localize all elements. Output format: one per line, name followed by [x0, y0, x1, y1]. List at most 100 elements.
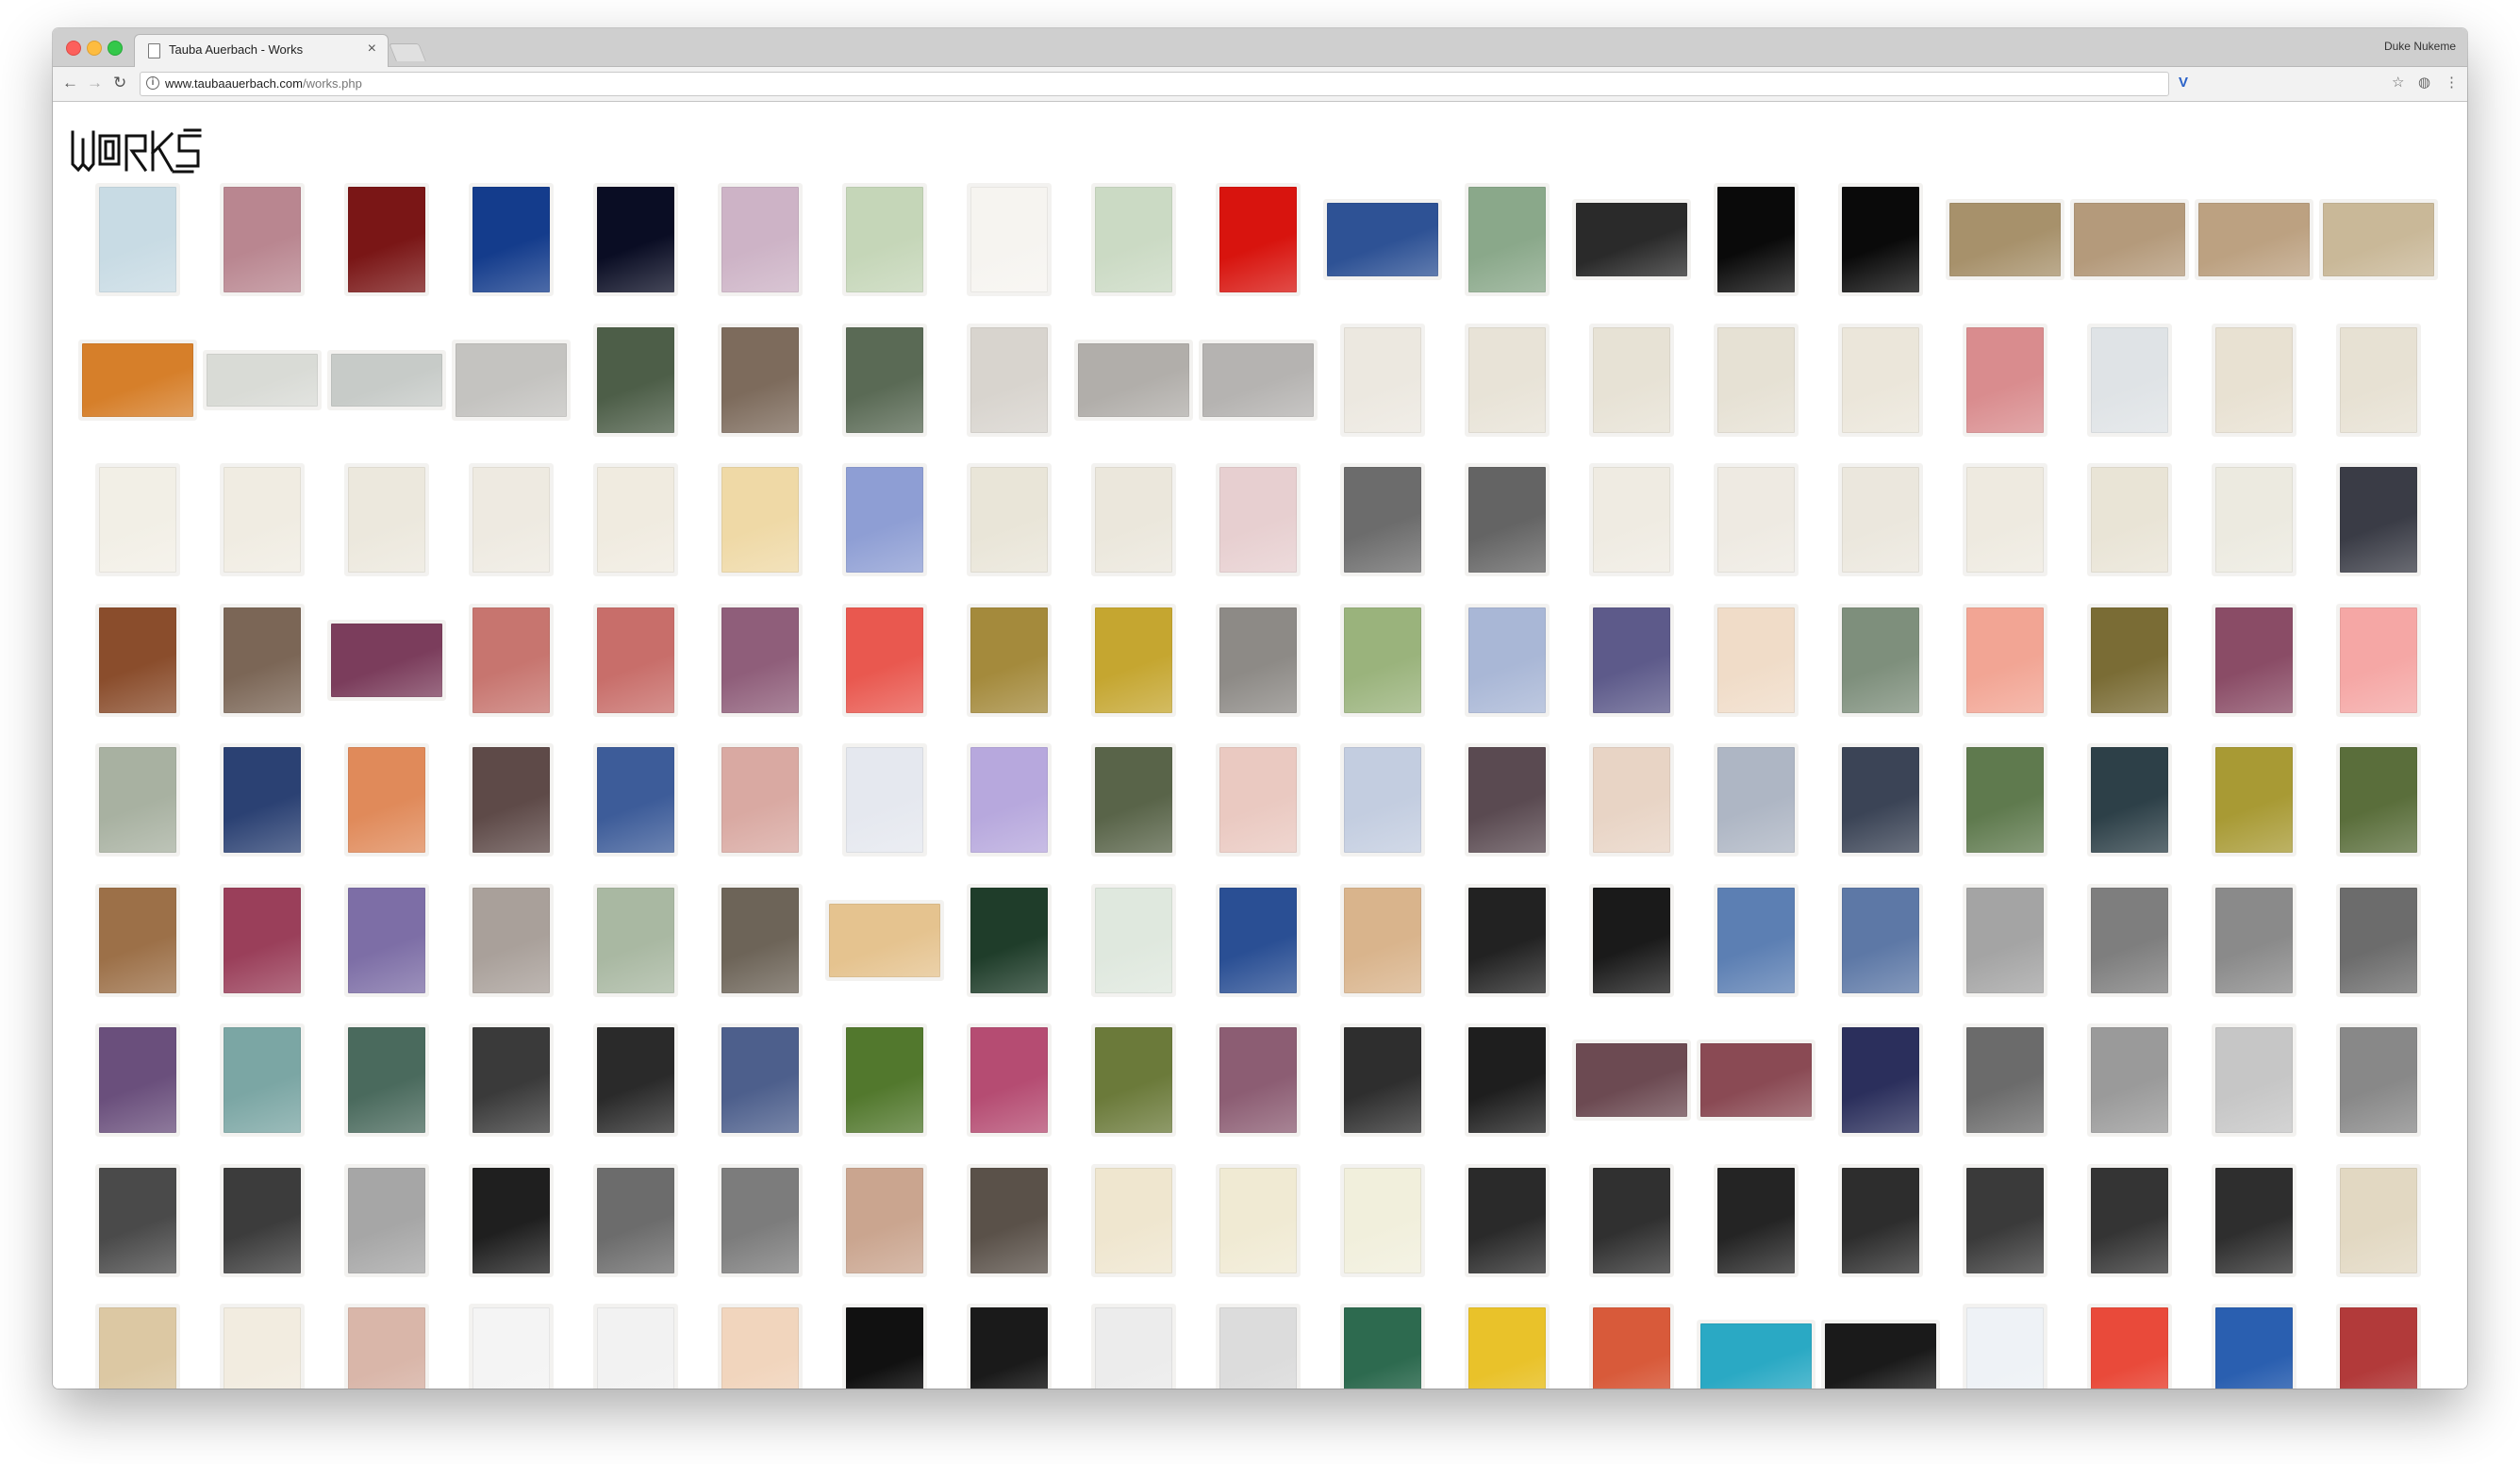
- work-thumbnail[interactable]: [1825, 1323, 1936, 1389]
- work-thumbnail[interactable]: [1095, 1167, 1172, 1273]
- work-thumbnail[interactable]: [2215, 747, 2293, 853]
- work-thumbnail[interactable]: [1219, 467, 1297, 573]
- work-thumbnail[interactable]: [348, 1307, 425, 1389]
- work-thumbnail[interactable]: [2091, 326, 2168, 433]
- work-thumbnail[interactable]: [846, 187, 923, 292]
- work-thumbnail[interactable]: [224, 887, 301, 993]
- work-thumbnail[interactable]: [970, 607, 1048, 713]
- minimize-window-button[interactable]: [87, 41, 102, 56]
- work-thumbnail[interactable]: [1095, 887, 1172, 993]
- work-thumbnail[interactable]: [1468, 607, 1546, 713]
- work-thumbnail[interactable]: [597, 467, 674, 573]
- work-thumbnail[interactable]: [1219, 887, 1297, 993]
- work-thumbnail[interactable]: [1966, 326, 2044, 433]
- work-thumbnail[interactable]: [1842, 607, 1919, 713]
- work-thumbnail[interactable]: [1700, 1043, 1812, 1117]
- work-thumbnail[interactable]: [2091, 887, 2168, 993]
- work-thumbnail[interactable]: [1344, 1307, 1421, 1389]
- work-thumbnail[interactable]: [2091, 1307, 2168, 1389]
- work-thumbnail[interactable]: [846, 1167, 923, 1273]
- new-tab-button[interactable]: [389, 43, 426, 61]
- work-thumbnail[interactable]: [1842, 467, 1919, 573]
- work-thumbnail[interactable]: [1344, 747, 1421, 853]
- work-thumbnail[interactable]: [2091, 467, 2168, 573]
- work-thumbnail[interactable]: [846, 467, 923, 573]
- work-thumbnail[interactable]: [331, 353, 442, 407]
- work-thumbnail[interactable]: [1344, 1027, 1421, 1133]
- work-thumbnail[interactable]: [1095, 607, 1172, 713]
- work-thumbnail[interactable]: [99, 887, 176, 993]
- work-thumbnail[interactable]: [2323, 203, 2434, 276]
- work-thumbnail[interactable]: [597, 1307, 674, 1389]
- work-thumbnail[interactable]: [829, 903, 940, 977]
- work-thumbnail[interactable]: [1344, 1167, 1421, 1273]
- work-thumbnail[interactable]: [597, 326, 674, 433]
- work-thumbnail[interactable]: [1966, 1307, 2044, 1389]
- work-thumbnail[interactable]: [224, 467, 301, 573]
- work-thumbnail[interactable]: [2091, 1167, 2168, 1273]
- work-thumbnail[interactable]: [1842, 747, 1919, 853]
- work-thumbnail[interactable]: [1095, 747, 1172, 853]
- menu-icon[interactable]: ⋮: [2445, 75, 2459, 92]
- work-thumbnail[interactable]: [472, 187, 550, 292]
- work-thumbnail[interactable]: [1717, 467, 1795, 573]
- work-thumbnail[interactable]: [846, 1027, 923, 1133]
- work-thumbnail[interactable]: [1593, 1167, 1670, 1273]
- reload-icon[interactable]: ↻: [113, 74, 126, 92]
- work-thumbnail[interactable]: [1344, 326, 1421, 433]
- work-thumbnail[interactable]: [1717, 1167, 1795, 1273]
- work-thumbnail[interactable]: [1842, 887, 1919, 993]
- work-thumbnail[interactable]: [1468, 326, 1546, 433]
- work-thumbnail[interactable]: [99, 1027, 176, 1133]
- work-thumbnail[interactable]: [597, 187, 674, 292]
- work-thumbnail[interactable]: [99, 1307, 176, 1389]
- work-thumbnail[interactable]: [2340, 326, 2417, 433]
- work-thumbnail[interactable]: [721, 467, 799, 573]
- work-thumbnail[interactable]: [224, 1167, 301, 1273]
- work-thumbnail[interactable]: [472, 1307, 550, 1389]
- work-thumbnail[interactable]: [1344, 887, 1421, 993]
- zoom-window-button[interactable]: [108, 41, 123, 56]
- close-window-button[interactable]: [66, 41, 81, 56]
- work-thumbnail[interactable]: [1468, 187, 1546, 292]
- work-thumbnail[interactable]: [1593, 1307, 1670, 1389]
- work-thumbnail[interactable]: [207, 353, 318, 407]
- work-thumbnail[interactable]: [99, 607, 176, 713]
- work-thumbnail[interactable]: [1219, 1027, 1297, 1133]
- work-thumbnail[interactable]: [1593, 747, 1670, 853]
- work-thumbnail[interactable]: [1576, 203, 1687, 276]
- work-thumbnail[interactable]: [1219, 1307, 1297, 1389]
- work-thumbnail[interactable]: [472, 1027, 550, 1133]
- work-thumbnail[interactable]: [1966, 1027, 2044, 1133]
- work-thumbnail[interactable]: [2340, 1027, 2417, 1133]
- work-thumbnail[interactable]: [1219, 747, 1297, 853]
- work-thumbnail[interactable]: [1468, 1167, 1546, 1273]
- work-thumbnail[interactable]: [2215, 887, 2293, 993]
- work-thumbnail[interactable]: [1344, 607, 1421, 713]
- work-thumbnail[interactable]: [1593, 326, 1670, 433]
- work-thumbnail[interactable]: [970, 326, 1048, 433]
- work-thumbnail[interactable]: [1095, 1307, 1172, 1389]
- work-thumbnail[interactable]: [1344, 467, 1421, 573]
- work-thumbnail[interactable]: [2340, 887, 2417, 993]
- work-thumbnail[interactable]: [224, 1307, 301, 1389]
- work-thumbnail[interactable]: [2215, 1307, 2293, 1389]
- work-thumbnail[interactable]: [348, 1167, 425, 1273]
- work-thumbnail[interactable]: [597, 747, 674, 853]
- work-thumbnail[interactable]: [1966, 467, 2044, 573]
- work-thumbnail[interactable]: [597, 1167, 674, 1273]
- work-thumbnail[interactable]: [970, 187, 1048, 292]
- work-thumbnail[interactable]: [472, 467, 550, 573]
- work-thumbnail[interactable]: [2215, 467, 2293, 573]
- work-thumbnail[interactable]: [331, 623, 442, 697]
- work-thumbnail[interactable]: [1095, 187, 1172, 292]
- work-thumbnail[interactable]: [2198, 203, 2310, 276]
- work-thumbnail[interactable]: [1468, 1027, 1546, 1133]
- tab-close-icon[interactable]: ×: [368, 41, 376, 58]
- work-thumbnail[interactable]: [2215, 326, 2293, 433]
- work-thumbnail[interactable]: [597, 1027, 674, 1133]
- work-thumbnail[interactable]: [1842, 326, 1919, 433]
- work-thumbnail[interactable]: [1717, 187, 1795, 292]
- work-thumbnail[interactable]: [1078, 342, 1189, 417]
- work-thumbnail[interactable]: [846, 326, 923, 433]
